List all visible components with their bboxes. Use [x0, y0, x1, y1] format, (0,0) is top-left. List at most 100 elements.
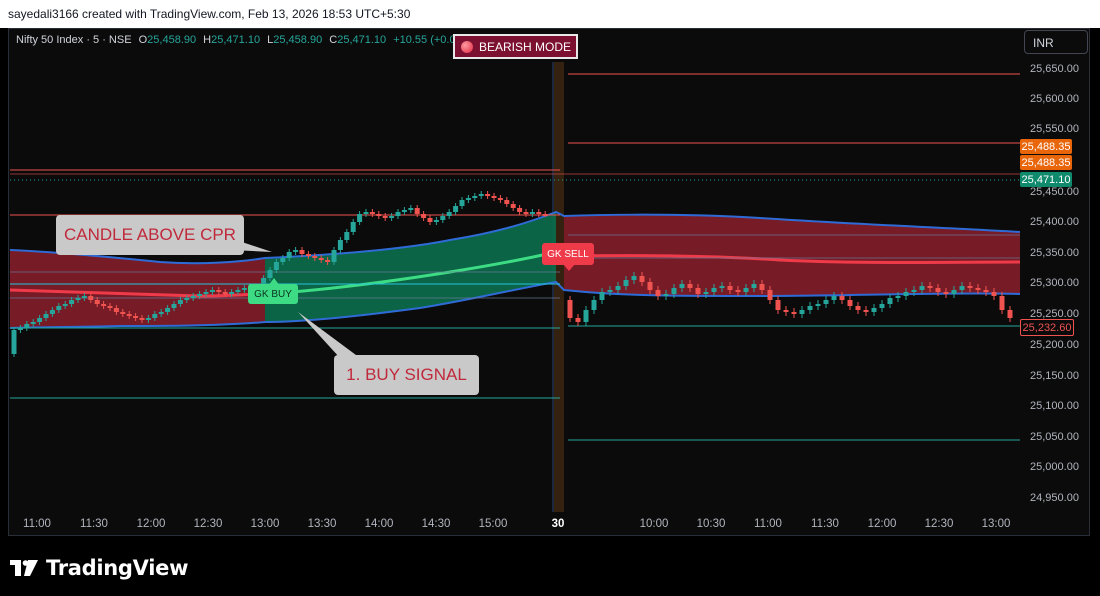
- candle-body: [293, 250, 299, 252]
- candle-body: [647, 282, 653, 290]
- candle-body: [440, 216, 446, 220]
- time-axis-tick: 10:30: [696, 518, 726, 530]
- candle-body: [703, 292, 709, 294]
- candle-body: [575, 318, 581, 322]
- candle-body: [791, 312, 797, 314]
- candle-body: [799, 310, 805, 314]
- candle-body: [427, 218, 433, 222]
- candle-body: [369, 212, 375, 214]
- candle-body: [363, 212, 369, 214]
- low-value: 25,458.90: [273, 34, 323, 46]
- candle-body: [871, 308, 877, 312]
- candle-body: [815, 304, 821, 306]
- candle-body: [37, 318, 43, 322]
- candle-body: [623, 280, 629, 286]
- candle-body: [711, 288, 717, 292]
- candle-body: [927, 286, 933, 288]
- candle-body: [305, 254, 311, 256]
- candle-body: [337, 240, 343, 250]
- candle-body: [139, 318, 145, 320]
- candle-body: [56, 306, 62, 310]
- open-label: O: [138, 34, 148, 46]
- candle-body: [536, 212, 542, 214]
- candle-body: [887, 298, 893, 304]
- candle-body: [775, 300, 781, 310]
- candle-body: [177, 300, 183, 304]
- candle-body: [350, 222, 356, 232]
- time-axis-tick: 14:00: [364, 518, 394, 530]
- currency-button[interactable]: INR: [1024, 30, 1088, 54]
- candle-body: [11, 330, 17, 354]
- candle-body: [991, 292, 997, 296]
- candle-body: [807, 306, 813, 310]
- candle-body: [863, 310, 869, 312]
- tradingview-logo[interactable]: TradingView: [10, 556, 188, 580]
- price-axis-tick: 25,400.00: [1030, 216, 1079, 228]
- gk-sell-label: GK SELL: [542, 243, 594, 265]
- price-tag: 25,488.35: [1020, 155, 1072, 170]
- candle-body: [903, 292, 909, 296]
- price-chart[interactable]: [0, 0, 1100, 596]
- ohlc-legend: Nifty 50 Index · 5 · NSE O25,458.90 H25,…: [16, 34, 475, 46]
- time-axis-tick: 15:00: [478, 518, 508, 530]
- callout-text: CANDLE ABOVE CPR: [64, 225, 236, 244]
- callout-text: 1. BUY SIGNAL: [346, 365, 467, 384]
- candle-body: [615, 286, 621, 290]
- price-tag: 25,488.35: [1020, 139, 1072, 154]
- candle-body: [599, 292, 605, 300]
- candle-body: [24, 324, 30, 328]
- time-axis-tick: 13:00: [250, 518, 280, 530]
- candle-body: [273, 262, 279, 270]
- candle-body: [75, 298, 81, 300]
- gk-sell-text: GK SELL: [547, 248, 589, 260]
- high-label: H: [203, 34, 212, 46]
- candle-body: [983, 290, 989, 292]
- candle-body: [967, 286, 973, 288]
- candle-body: [222, 292, 228, 294]
- candle-body: [465, 198, 471, 200]
- candle-body: [382, 216, 388, 218]
- candle-body: [88, 296, 94, 300]
- price-axis-tick: 25,450.00: [1030, 186, 1079, 198]
- price-axis-tick: 25,000.00: [1030, 461, 1079, 473]
- candle-body: [299, 250, 305, 254]
- price-axis-tick: 25,550.00: [1030, 123, 1079, 135]
- price-axis-tick: 25,200.00: [1030, 339, 1079, 351]
- candle-body: [197, 294, 203, 296]
- candle-body: [767, 290, 773, 300]
- candle-body: [542, 214, 548, 216]
- time-axis-tick: 11:30: [811, 518, 839, 530]
- candle-body: [695, 288, 701, 294]
- candle-body: [459, 200, 465, 206]
- candle-body: [120, 312, 126, 314]
- candle-body: [472, 196, 478, 198]
- candle-body: [216, 290, 222, 292]
- candle-body: [855, 306, 861, 310]
- time-axis-tick: 11:00: [754, 518, 782, 530]
- candle-body: [286, 252, 292, 258]
- candle-body: [485, 194, 491, 196]
- candle-body: [229, 292, 235, 294]
- candle-body: [453, 206, 459, 212]
- candle-body: [113, 308, 119, 312]
- time-axis-tick: 12:00: [136, 518, 166, 530]
- candle-body: [943, 292, 949, 294]
- candle-body: [504, 200, 510, 204]
- gk-buy-label: GK BUY: [248, 284, 298, 304]
- bearish-mode-badge: BEARISH MODE: [453, 34, 578, 59]
- candle-body: [823, 300, 829, 304]
- candle-body: [919, 286, 925, 290]
- symbol-label[interactable]: Nifty 50 Index · 5 · NSE: [16, 34, 132, 46]
- candle-body: [446, 212, 452, 216]
- candle-body: [687, 284, 693, 288]
- session-separator: [554, 62, 564, 512]
- candle-body: [414, 208, 420, 214]
- callout-candle-above-cpr: CANDLE ABOVE CPR: [56, 215, 244, 255]
- candle-body: [975, 288, 981, 290]
- price-axis-tick: 25,300.00: [1030, 277, 1079, 289]
- candle-body: [152, 314, 158, 318]
- price-axis-tick: 25,150.00: [1030, 370, 1079, 382]
- candle-body: [639, 276, 645, 282]
- candle-body: [959, 286, 965, 290]
- candle-body: [759, 284, 765, 290]
